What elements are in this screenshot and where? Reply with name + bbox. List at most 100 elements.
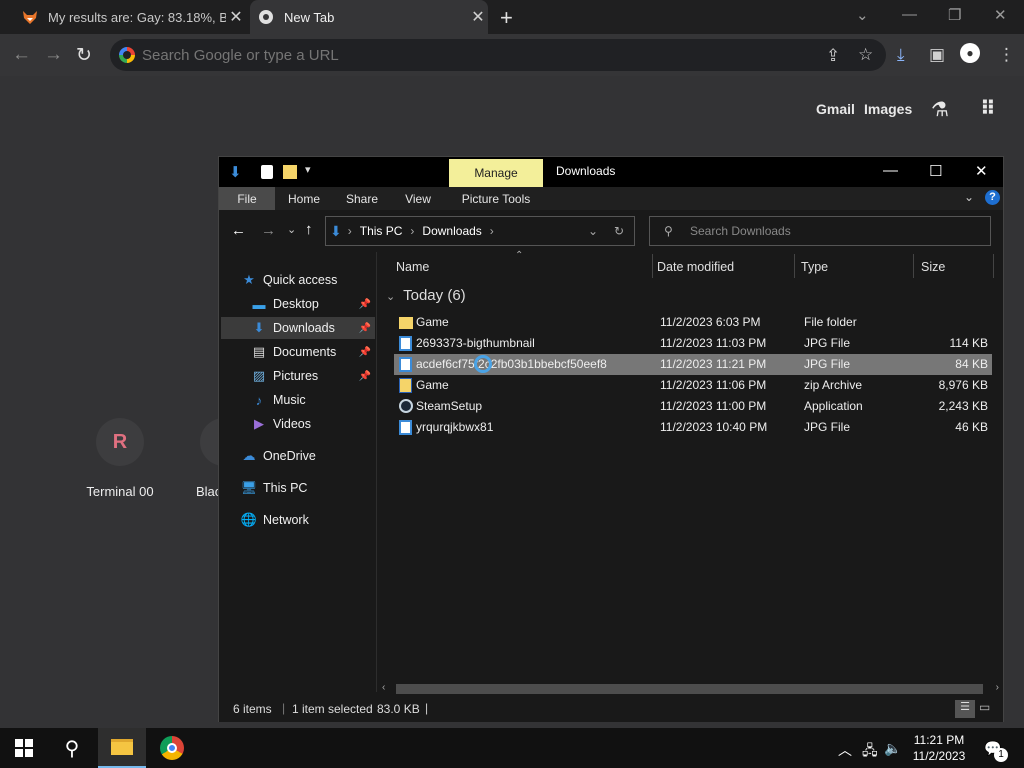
shortcut-tile[interactable]: Blac — [170, 418, 218, 499]
images-link[interactable]: Images — [864, 101, 912, 117]
nav-this-pc[interactable]: 🖥 This PC — [241, 477, 308, 499]
browser-toolbar: ← → ↻ ⇪ ☆ ⤓ ▣ ● ⋮ — [0, 34, 1024, 76]
group-header[interactable]: ⌄ Today (6) — [386, 287, 466, 304]
new-folder-icon[interactable] — [283, 165, 297, 179]
network-tray-icon[interactable]: 🖧 — [862, 740, 878, 764]
minimize-icon[interactable]: — — [883, 162, 898, 179]
tab-new-tab[interactable]: New Tab ✕ — [250, 0, 488, 34]
status-selection: 1 item selected — [292, 702, 373, 716]
close-icon[interactable]: ✕ — [975, 162, 988, 180]
omnibox-input[interactable] — [142, 39, 802, 71]
labs-flask-icon[interactable]: ⚗ — [931, 97, 949, 122]
forward-icon[interactable]: → — [44, 44, 63, 66]
restore-icon[interactable]: ❐ — [948, 6, 961, 24]
pin-icon[interactable]: 📌 — [359, 347, 371, 358]
chrome-taskbar-icon[interactable] — [148, 728, 196, 768]
up-icon[interactable]: ↑ — [305, 221, 313, 238]
back-icon[interactable]: ← — [12, 44, 31, 66]
column-divider[interactable] — [993, 254, 994, 278]
file-row[interactable]: Game 11/2/2023 6:03 PM File folder — [394, 312, 992, 333]
column-header-size[interactable]: Size — [921, 252, 991, 282]
tab-share[interactable]: Share — [337, 187, 387, 210]
nav-desktop[interactable]: ▬ Desktop 📌 — [251, 293, 375, 315]
address-dropdown-icon[interactable]: ⌄ — [588, 224, 598, 238]
column-divider[interactable] — [913, 254, 914, 278]
menu-kebab-icon[interactable]: ⋮ — [998, 45, 1015, 65]
start-windows-icon[interactable] — [0, 728, 48, 768]
file-row[interactable]: 2693373-bigthumbnail 11/2/2023 11:03 PM … — [394, 333, 992, 354]
share-icon[interactable]: ⇪ — [826, 46, 840, 66]
close-window-icon[interactable]: ✕ — [994, 6, 1007, 24]
side-panel-icon[interactable]: ▣ — [929, 45, 945, 65]
nav-pictures[interactable]: ▨ Pictures 📌 — [251, 365, 375, 387]
tab-view[interactable]: View — [395, 187, 441, 210]
recent-locations-icon[interactable]: ⌄ — [287, 223, 296, 236]
column-header-type[interactable]: Type — [801, 252, 911, 282]
file-row[interactable]: Game 11/2/2023 11:06 PM zip Archive 8,97… — [394, 375, 992, 396]
bookmark-star-icon[interactable]: ☆ — [858, 45, 873, 65]
ribbon-expand-icon[interactable]: ⌄ — [964, 190, 974, 204]
file-row[interactable]: yrqurqjkbwx81 11/2/2023 10:40 PM JPG Fil… — [394, 417, 992, 438]
tab-picture-tools[interactable]: Picture Tools — [449, 187, 543, 210]
tab-quiz-results[interactable]: My results are: Gay: 83.18%, Bise ✕ — [14, 0, 246, 34]
nav-onedrive[interactable]: ☁ OneDrive — [241, 445, 316, 467]
nav-downloads[interactable]: ⬇ Downloads 📌 — [221, 317, 375, 339]
maximize-icon[interactable]: ☐ — [929, 162, 942, 180]
scrollbar-thumb[interactable] — [396, 684, 983, 694]
new-tab-button[interactable]: + — [500, 5, 513, 31]
file-row-selected[interactable]: acdef6cf75f2c2fb03b1bbebcf50eef8 11/2/20… — [394, 354, 992, 375]
refresh-icon[interactable]: ↻ — [614, 224, 624, 238]
pin-icon[interactable]: 📌 — [359, 323, 371, 334]
column-divider[interactable] — [652, 254, 653, 278]
nav-label: OneDrive — [263, 449, 316, 463]
breadcrumb-this-pc[interactable]: This PC — [360, 224, 403, 238]
show-hidden-icons-icon[interactable]: ︿ — [838, 740, 852, 760]
column-divider[interactable] — [794, 254, 795, 278]
horizontal-scrollbar[interactable]: ‹ › — [378, 681, 1003, 697]
column-header-name[interactable]: Name — [396, 252, 654, 282]
minimize-icon[interactable]: — — [902, 6, 917, 23]
details-view-icon[interactable]: ☰ — [955, 700, 975, 718]
download-arrow-icon: ⬇ — [330, 222, 342, 239]
google-icon — [119, 47, 135, 63]
nav-documents[interactable]: ▤ Documents 📌 — [251, 341, 375, 363]
nav-quick-access[interactable]: ★ Quick access — [241, 269, 337, 291]
help-icon[interactable]: ? — [985, 190, 1000, 205]
tab-file[interactable]: File — [219, 187, 275, 210]
pin-icon[interactable]: 📌 — [359, 371, 371, 382]
gmail-link[interactable]: Gmail — [816, 101, 855, 117]
file-row[interactable]: SteamSetup 11/2/2023 11:00 PM Applicatio… — [394, 396, 992, 417]
search-box[interactable]: ⚲ Search Downloads — [649, 216, 991, 246]
close-tab-icon[interactable]: ✕ — [468, 7, 488, 27]
quick-access-toolbar-dropdown-icon[interactable]: ▾ — [305, 163, 311, 176]
address-bar[interactable]: ⬇ › This PC › Downloads › ⌄ ↻ — [325, 216, 635, 246]
system-clock[interactable]: 11:21 PM 11/2/2023 — [904, 732, 974, 764]
download-icon[interactable]: ⤓ — [897, 45, 905, 65]
properties-icon[interactable] — [261, 165, 273, 179]
shortcut-tile[interactable]: R Terminal 00 — [70, 418, 170, 499]
large-icons-view-icon[interactable]: ▭ — [979, 700, 990, 714]
forward-icon[interactable]: → — [261, 222, 276, 239]
tab-manage[interactable]: Manage — [449, 159, 543, 187]
column-header-date[interactable]: Date modified — [657, 252, 793, 282]
tab-home[interactable]: Home — [277, 187, 331, 210]
nav-network[interactable]: 🌐 Network — [241, 509, 309, 531]
apps-grid-icon[interactable]: ⠿ — [980, 96, 996, 121]
search-icon[interactable]: ⚲ — [48, 728, 96, 768]
file-explorer-taskbar-icon[interactable] — [98, 728, 146, 768]
scroll-right-icon[interactable]: › — [996, 682, 999, 693]
nav-videos[interactable]: ▶ Videos — [251, 413, 311, 435]
reload-icon[interactable]: ↻ — [76, 44, 92, 67]
file-type: JPG File — [804, 420, 851, 434]
breadcrumb-downloads[interactable]: Downloads — [422, 224, 481, 238]
close-tab-icon[interactable]: ✕ — [226, 7, 246, 27]
pin-icon[interactable]: 📌 — [359, 299, 371, 310]
profile-avatar-icon[interactable]: ● — [960, 43, 980, 63]
volume-muted-icon[interactable]: 🔈 — [884, 740, 901, 757]
file-size: 2,243 KB — [938, 399, 988, 413]
nav-music[interactable]: ♪ Music — [251, 389, 306, 411]
back-icon[interactable]: ← — [231, 222, 246, 239]
scroll-left-icon[interactable]: ‹ — [382, 682, 385, 693]
tab-search-icon[interactable]: ⌄ — [856, 6, 869, 24]
omnibox[interactable]: ⇪ ☆ — [110, 39, 886, 71]
